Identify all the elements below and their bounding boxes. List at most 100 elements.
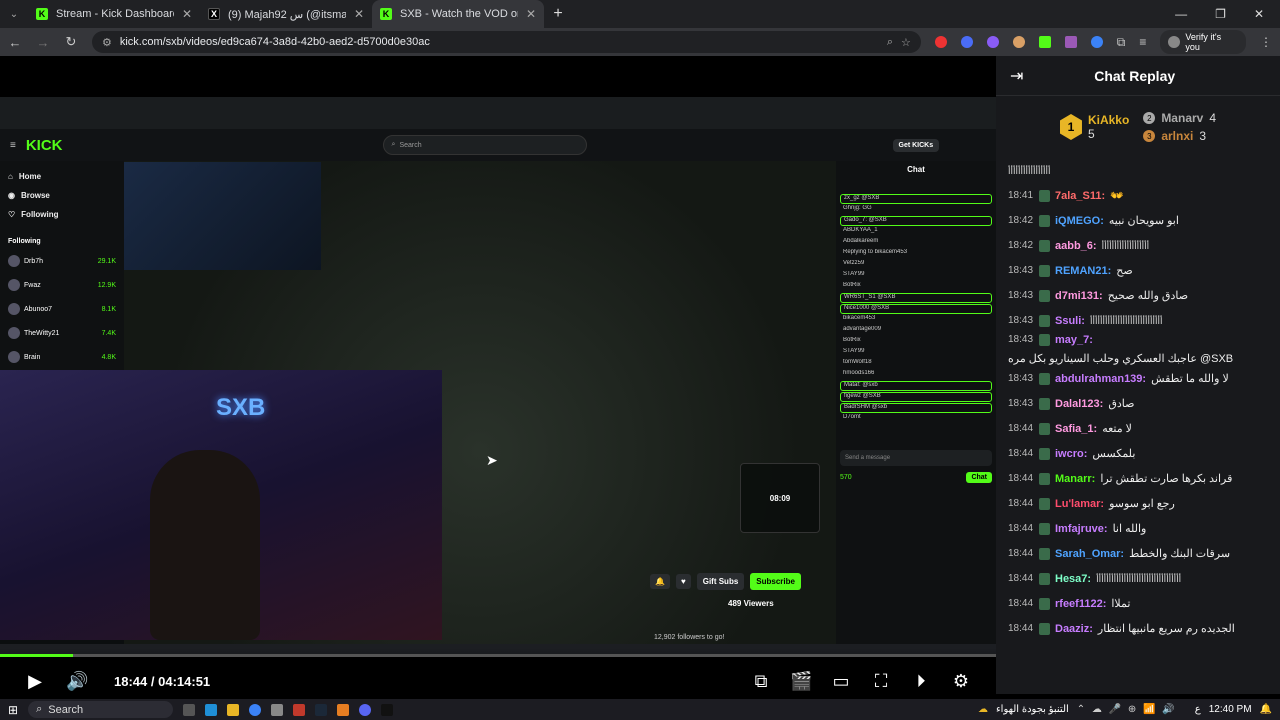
extensions-puzzle-icon[interactable]: ⧉	[1117, 35, 1126, 50]
close-icon[interactable]: ✕	[526, 7, 536, 21]
zoom-icon[interactable]: ⌕	[887, 36, 893, 49]
tray-icons[interactable]: ⌃ ☁ 🎤 ⊕ 📶 🔊	[1077, 704, 1187, 715]
tab-x-profile[interactable]: X (9) Majah92 س (@itsmajah92) / ✕	[200, 0, 372, 28]
volume-icon[interactable]: 🔊	[66, 671, 88, 692]
url-field[interactable]: ⚙ kick.com/sxb/videos/ed9ca674-3a8d-42b0…	[91, 31, 921, 53]
extension-icon[interactable]	[986, 36, 999, 48]
media-icon[interactable]: ≡	[1139, 35, 1146, 49]
extension-icon[interactable]	[1090, 36, 1103, 48]
extension-icon[interactable]	[1012, 36, 1025, 48]
verify-label: Verify it's you	[1185, 32, 1222, 52]
fullscreen-icon[interactable]: ⛶	[870, 671, 892, 692]
app-icon[interactable]	[271, 703, 284, 716]
extension-icon[interactable]	[934, 36, 947, 48]
username[interactable]: rfeef1122:	[1055, 597, 1106, 611]
list-item: bikacem453	[843, 315, 876, 321]
inner-kick-header: ≡ KICK ⌕ Search Get KICKs	[0, 129, 996, 161]
search-icon: ⌕	[36, 703, 43, 715]
username[interactable]: iQMEGO:	[1055, 214, 1104, 228]
profile-button[interactable]: Verify it's you	[1160, 30, 1247, 54]
badge-icon	[1039, 622, 1050, 635]
folder-icon[interactable]	[227, 703, 240, 716]
viewer-count: 8.1K	[101, 305, 116, 313]
extension-icon[interactable]	[1064, 36, 1077, 48]
discord-icon[interactable]	[359, 703, 372, 716]
kicks-count: 570	[840, 474, 852, 481]
username[interactable]: REMAN21:	[1055, 264, 1111, 278]
extension-icon[interactable]	[960, 36, 973, 48]
chrome-icon[interactable]	[249, 703, 262, 716]
seek-bar[interactable]	[0, 654, 996, 657]
minimize-icon[interactable]: —	[1175, 7, 1187, 21]
close-icon[interactable]: ✕	[182, 7, 192, 21]
message-text: 👐	[1110, 189, 1124, 202]
badge-icon	[1039, 334, 1050, 346]
kick-extension-icon[interactable]	[1038, 36, 1051, 48]
rank-badge: 2	[1143, 112, 1156, 124]
windows-start-icon[interactable]: ⊞	[8, 703, 18, 717]
settings-gear-icon[interactable]: ⚙	[950, 671, 972, 692]
username[interactable]: aabb_6:	[1055, 239, 1097, 253]
username[interactable]: 7ala_S11:	[1055, 189, 1105, 203]
chat-message: 18:44 Hesa7: أأأأأأأأأأأأأأأأأأأأأأأأأأأأأ…	[1008, 566, 1268, 591]
reload-icon[interactable]: ↻	[64, 34, 78, 50]
close-icon[interactable]: ✕	[354, 7, 364, 21]
nav-label: Following	[21, 210, 59, 219]
task-view-icon[interactable]	[183, 703, 196, 716]
username[interactable]: d7mi131:	[1055, 289, 1103, 303]
notifications-icon[interactable]: 🔔	[1260, 704, 1272, 715]
username[interactable]: Ssuli:	[1055, 314, 1085, 328]
username[interactable]: Dalal123:	[1055, 397, 1103, 411]
app-icon[interactable]	[293, 703, 306, 716]
player-controls: ▶ 🔊 18:44 / 04:14:51 ⧉ 🎬 ▭ ⛶ ⏵ ⚙	[0, 666, 996, 696]
theater-icon[interactable]: ▭	[830, 671, 852, 692]
message-text: سرقات البنك والخطط	[1129, 547, 1231, 560]
username[interactable]: Hesa7:	[1055, 572, 1091, 586]
message-time: 18:44	[1008, 547, 1034, 559]
clip-icon[interactable]: 🎬	[790, 671, 812, 692]
steam-icon[interactable]	[315, 703, 328, 716]
username[interactable]: Sarah_Omar:	[1055, 547, 1124, 561]
collapse-chat-icon[interactable]: ⇥	[1010, 66, 1023, 86]
username[interactable]: may_7:	[1055, 333, 1093, 347]
inner-chat-title: Chat	[907, 165, 925, 174]
forward-icon[interactable]: →	[36, 35, 50, 50]
tab-list-icon[interactable]: ⌄	[0, 9, 28, 20]
list-item: Vetzz59	[843, 260, 865, 266]
viewer-count-inner: 489 Viewers	[728, 599, 774, 608]
playback-speed-icon[interactable]: ⏵	[910, 671, 932, 692]
site-info-icon[interactable]: ⚙	[102, 36, 112, 49]
play-icon[interactable]: ▶	[24, 671, 46, 692]
list-item: zx_gz @SXB	[840, 194, 992, 204]
username[interactable]: Imfajruve:	[1055, 522, 1108, 536]
menu-icon[interactable]: ⋮	[1260, 35, 1272, 49]
pip-icon[interactable]: ⧉	[750, 671, 772, 692]
tab-sxb-vod[interactable]: K SXB - Watch the VOD on Kick ✕	[372, 0, 544, 28]
new-tab-icon[interactable]: +	[544, 5, 572, 23]
bookmark-star-icon[interactable]: ☆	[901, 36, 911, 49]
message-time: 18:44	[1008, 422, 1034, 434]
tab-kick-dashboard[interactable]: K Stream - Kick Dashboard ✕	[28, 0, 200, 28]
username[interactable]: abdulrahman139:	[1055, 372, 1146, 386]
username[interactable]: Manarr:	[1055, 472, 1095, 486]
taskbar-search[interactable]: ⌕ Search	[28, 701, 174, 718]
following-item: Fwaz 12.9K	[8, 273, 116, 297]
restore-icon[interactable]: ❐	[1215, 7, 1226, 21]
app-icon[interactable]	[337, 703, 350, 716]
edge-icon[interactable]	[205, 703, 218, 716]
language-indicator[interactable]: ع	[1195, 704, 1201, 715]
chat-message: 18:44 Safia_1: لا متعه	[1008, 416, 1268, 441]
username[interactable]: iwcro:	[1055, 447, 1087, 461]
following-title: Following	[8, 238, 41, 245]
username[interactable]: Safia_1:	[1055, 422, 1097, 436]
chat-message: 18:41 7ala_S11: 👐	[1008, 183, 1268, 208]
username[interactable]: Lu'lamar:	[1055, 497, 1104, 511]
username[interactable]: Daaziz:	[1055, 622, 1093, 636]
clock[interactable]: 12:40 PM	[1209, 704, 1252, 715]
back-icon[interactable]: ←	[8, 35, 22, 50]
weather-icon[interactable]: ☁	[978, 704, 988, 715]
x-icon: X	[208, 8, 220, 20]
tiktok-icon[interactable]	[381, 703, 394, 716]
window-close-icon[interactable]: ✕	[1254, 7, 1264, 21]
avatar	[8, 255, 20, 267]
